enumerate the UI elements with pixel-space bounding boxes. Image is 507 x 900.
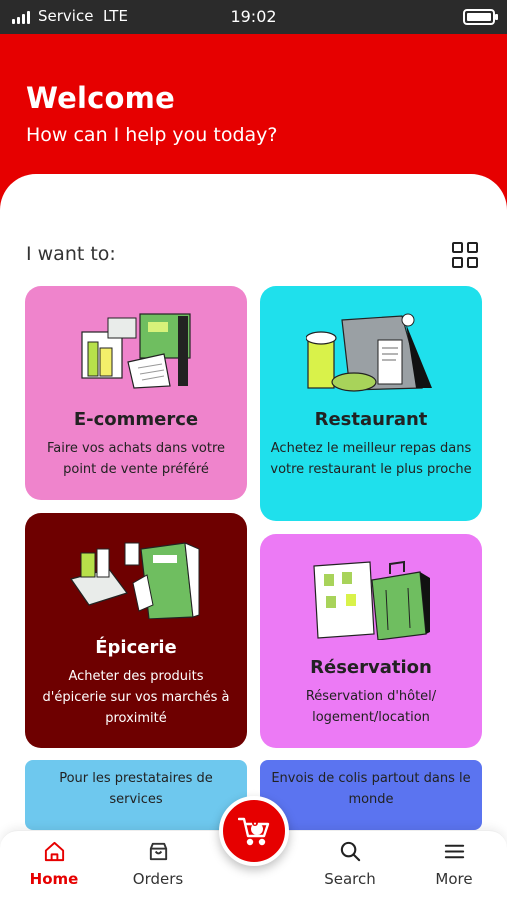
nav-more[interactable]: More: [404, 831, 504, 900]
bag-icon: [149, 842, 168, 861]
card-description: Acheter des produits d'épicerie sur vos …: [42, 669, 230, 726]
card-description: Pour les prestataires de services: [59, 771, 213, 807]
page-subtitle: How can I help you today?: [26, 124, 278, 146]
food-illustration: [306, 313, 432, 392]
card-colis[interactable]: Envois de colis partout dans le monde: [260, 760, 482, 830]
nav-label: More: [435, 870, 473, 888]
card-title: Épicerie: [95, 637, 177, 658]
cart-count-badge: 0: [251, 818, 259, 829]
grocery-illustration: [70, 542, 200, 619]
menu-icon: [444, 844, 465, 859]
grid-view-icon[interactable]: [450, 240, 480, 270]
card-title: E-commerce: [73, 409, 199, 430]
card-ecommerce[interactable]: E-commerce Faire vos achats dans votre p…: [25, 286, 247, 500]
travel-illustration: [313, 560, 430, 640]
card-description: Réservation d'hôtel/ logement/location: [305, 689, 437, 725]
card-reservation[interactable]: Réservation Réservation d'hôtel/ logemen…: [260, 534, 482, 748]
card-epicerie[interactable]: Épicerie Acheter des produits d'épicerie…: [25, 513, 247, 748]
nav-search[interactable]: Search: [300, 831, 400, 900]
home-icon: [44, 841, 65, 862]
shopping-illustration: [81, 313, 191, 389]
nav-orders[interactable]: Orders: [108, 831, 208, 900]
status-bar: Service LTE 19:02: [0, 0, 507, 34]
search-icon: [340, 841, 361, 862]
cart-button[interactable]: 0: [219, 796, 289, 866]
card-description: Faire vos achats dans votre point de ven…: [46, 441, 226, 477]
battery-icon: [463, 9, 498, 25]
section-label: I want to:: [26, 243, 116, 265]
card-title: Restaurant: [314, 409, 428, 430]
main-content: I want to: E-commerce Faire vos achats d…: [0, 174, 507, 900]
card-title: Réservation: [310, 657, 432, 678]
nav-label: Orders: [132, 870, 184, 888]
nav-label: Search: [324, 870, 376, 888]
page-title: Welcome: [26, 81, 175, 115]
card-description: Achetez le meilleur repas dans votre res…: [270, 441, 472, 477]
nav-home[interactable]: Home: [4, 831, 104, 900]
card-restaurant[interactable]: Restaurant Achetez le meilleur repas dan…: [260, 286, 482, 521]
card-prestataires[interactable]: Pour les prestataires de services: [25, 760, 247, 830]
status-time: 19:02: [230, 7, 277, 26]
nav-label: Home: [29, 870, 79, 888]
card-description: Envois de colis partout dans le monde: [271, 771, 471, 807]
